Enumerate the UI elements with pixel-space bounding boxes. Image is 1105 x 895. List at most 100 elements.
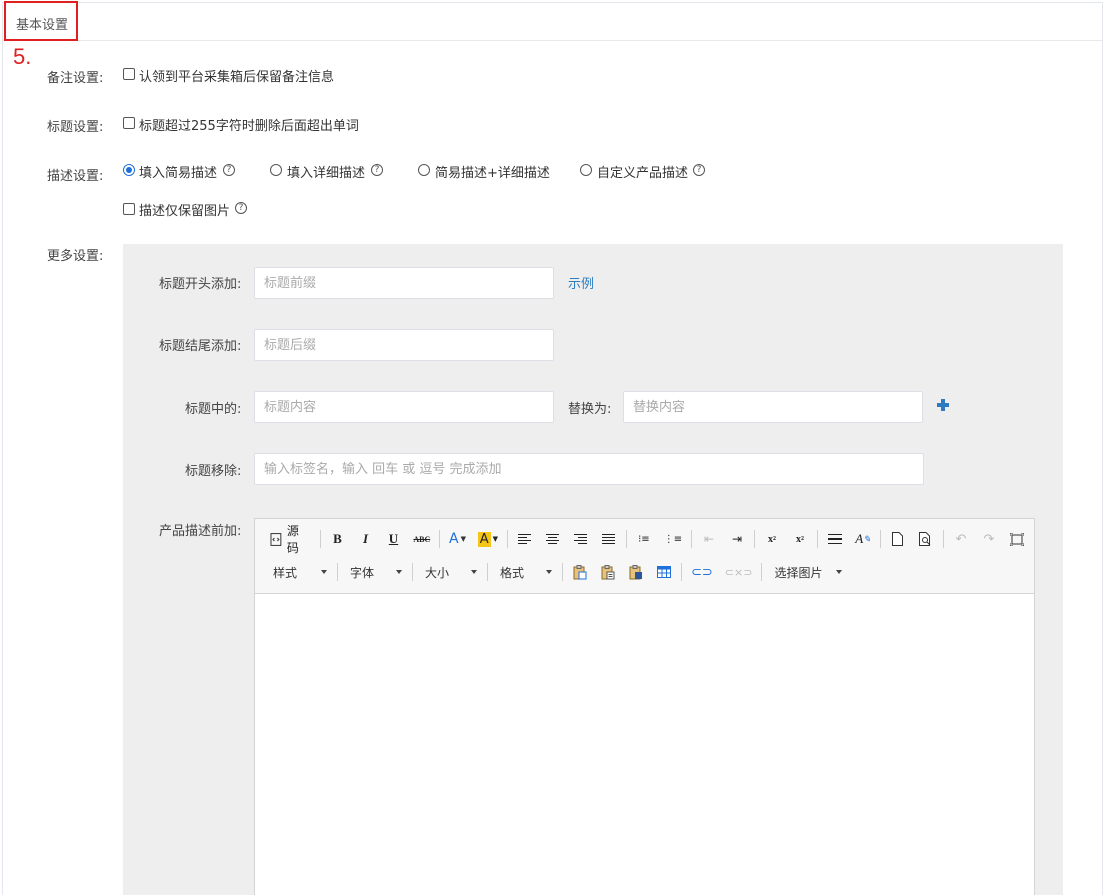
align-center-icon[interactable]	[542, 528, 564, 550]
paste-word-icon[interactable]	[625, 561, 647, 583]
help-icon[interactable]: ?	[223, 164, 235, 176]
table-icon-glyph	[657, 566, 671, 578]
title-setting-label: 标题设置:	[47, 120, 104, 135]
add-rule-plus-icon[interactable]	[937, 399, 949, 411]
source-icon	[270, 532, 282, 546]
toolbar-divider	[761, 563, 763, 581]
annotation-highlight-box	[4, 1, 78, 41]
redo-icon[interactable]: ↷	[978, 528, 1000, 550]
strikethrough-icon[interactable]: ABC	[410, 528, 433, 550]
toolbar-divider	[487, 563, 488, 581]
align-right-icon[interactable]	[570, 528, 592, 550]
title-suffix-label: 标题结尾添加:	[159, 339, 242, 354]
toolbar-divider	[754, 530, 756, 548]
paste-icon[interactable]	[569, 561, 591, 583]
paste-text-icon[interactable]	[597, 561, 619, 583]
undo-icon[interactable]: ↶	[950, 528, 972, 550]
toolbar-divider	[880, 530, 881, 548]
highlight-color-icon[interactable]: A ▼	[475, 528, 501, 550]
title-find-input[interactable]	[254, 391, 554, 423]
style-dropdown-label: 样式	[273, 565, 298, 580]
title-prefix-label: 标题开头添加:	[159, 277, 242, 292]
format-dropdown-label: 格式	[500, 565, 525, 580]
title-remove-tag-input[interactable]	[254, 453, 924, 485]
radio-simple-description-label[interactable]: 填入简易描述	[139, 162, 217, 181]
maximize-icon[interactable]	[1006, 528, 1028, 550]
outdent-icon[interactable]: ⇤	[698, 528, 720, 550]
help-icon[interactable]: ?	[235, 202, 247, 214]
title-suffix-input[interactable]	[254, 329, 554, 361]
style-dropdown[interactable]: 样式	[267, 561, 333, 583]
title-truncate-checkbox[interactable]	[123, 117, 135, 129]
bulleted-list-icon[interactable]: ⁝≡	[633, 528, 655, 550]
annotation-step-number: 5.	[13, 44, 32, 69]
help-icon[interactable]: ?	[693, 164, 705, 176]
format-dropdown[interactable]: 格式	[494, 561, 558, 583]
chevron-down-icon	[471, 570, 477, 574]
title-remove-label: 标题移除:	[185, 464, 242, 479]
select-image-dropdown-label: 选择图片	[774, 565, 823, 580]
font-dropdown-label: 字体	[350, 565, 375, 580]
paste-text-icon-glyph	[601, 564, 615, 579]
radio-detailed-description[interactable]	[270, 164, 282, 176]
radio-detailed-description-label[interactable]: 填入详细描述	[287, 162, 365, 181]
new-page-icon-glyph	[892, 532, 904, 546]
radio-simple-plus-detailed-label[interactable]: 简易描述+详细描述	[435, 162, 550, 181]
table-icon[interactable]	[653, 561, 675, 583]
align-left-icon[interactable]	[514, 528, 536, 550]
source-button-label: 源码	[286, 524, 299, 555]
radio-simple-plus-detailed[interactable]	[418, 164, 430, 176]
replace-with-input[interactable]	[623, 391, 923, 423]
maximize-icon-glyph	[1009, 532, 1024, 546]
toolbar-divider	[439, 530, 441, 548]
size-dropdown[interactable]: 大小	[419, 561, 483, 583]
source-button[interactable]: 源码	[267, 524, 314, 555]
images-only-checkbox[interactable]	[123, 203, 135, 215]
remark-setting-label: 备注设置:	[47, 71, 104, 86]
preview-icon[interactable]	[915, 528, 937, 550]
title-prefix-input[interactable]	[254, 267, 554, 299]
description-prefix-label: 产品描述前加:	[159, 524, 242, 539]
description-rich-text-editor: 源码 B I U ABC A ▼ A ▼ ⁝≡ ⋮≡ ⇤ ⇥ x2 x2 A ✎…	[254, 518, 1035, 895]
more-settings-label: 更多设置:	[47, 249, 104, 264]
editor-toolbar-row-2: 样式 字体 大小 格式 ⊂⊃ ⊂×⊃ 选择图片	[267, 559, 852, 585]
description-setting-label: 描述设置:	[47, 169, 104, 184]
superscript-icon[interactable]: x2	[789, 528, 811, 550]
select-image-dropdown[interactable]: 选择图片	[768, 561, 848, 583]
subscript-icon[interactable]: x2	[761, 528, 783, 550]
chevron-down-icon	[836, 570, 843, 574]
unlink-icon[interactable]: ⊂×⊃	[722, 561, 756, 583]
editor-content-area[interactable]	[255, 594, 1034, 895]
title-truncate-option-label[interactable]: 标题超过255字符时删除后面超出单词	[139, 115, 359, 134]
section-header: 基本设置	[3, 3, 1102, 41]
editor-toolbar: 源码 B I U ABC A ▼ A ▼ ⁝≡ ⋮≡ ⇤ ⇥ x2 x2 A ✎…	[255, 519, 1034, 594]
bold-icon[interactable]: B	[326, 528, 348, 550]
radio-simple-description[interactable]	[123, 164, 135, 176]
indent-icon[interactable]: ⇥	[726, 528, 748, 550]
remark-keep-option-label[interactable]: 认领到平台采集箱后保留备注信息	[139, 66, 334, 85]
toolbar-divider	[506, 530, 508, 548]
new-page-icon[interactable]	[887, 528, 909, 550]
font-dropdown[interactable]: 字体	[344, 561, 408, 583]
replace-with-label: 替换为:	[568, 402, 612, 417]
italic-icon[interactable]: I	[354, 528, 376, 550]
font-color-icon[interactable]: A ▼	[446, 528, 469, 550]
toolbar-divider	[625, 530, 627, 548]
toolbar-divider	[691, 530, 693, 548]
link-icon[interactable]: ⊂⊃	[688, 561, 716, 583]
remove-format-icon[interactable]: A ✎	[852, 528, 874, 550]
underline-icon[interactable]: U	[382, 528, 404, 550]
toolbar-divider	[562, 563, 563, 581]
numbered-list-icon[interactable]: ⋮≡	[661, 528, 685, 550]
remark-keep-checkbox[interactable]	[123, 68, 135, 80]
toolbar-divider	[942, 530, 944, 548]
title-find-label: 标题中的:	[185, 402, 242, 417]
align-justify-icon[interactable]	[598, 528, 620, 550]
radio-custom-description[interactable]	[580, 164, 592, 176]
radio-custom-description-label[interactable]: 自定义产品描述	[597, 162, 688, 181]
images-only-option-label[interactable]: 描述仅保留图片	[139, 200, 230, 219]
example-link[interactable]: 示例	[568, 273, 594, 292]
horizontal-rule-icon[interactable]	[824, 528, 846, 550]
help-icon[interactable]: ?	[371, 164, 383, 176]
paste-icon-glyph	[573, 564, 587, 579]
